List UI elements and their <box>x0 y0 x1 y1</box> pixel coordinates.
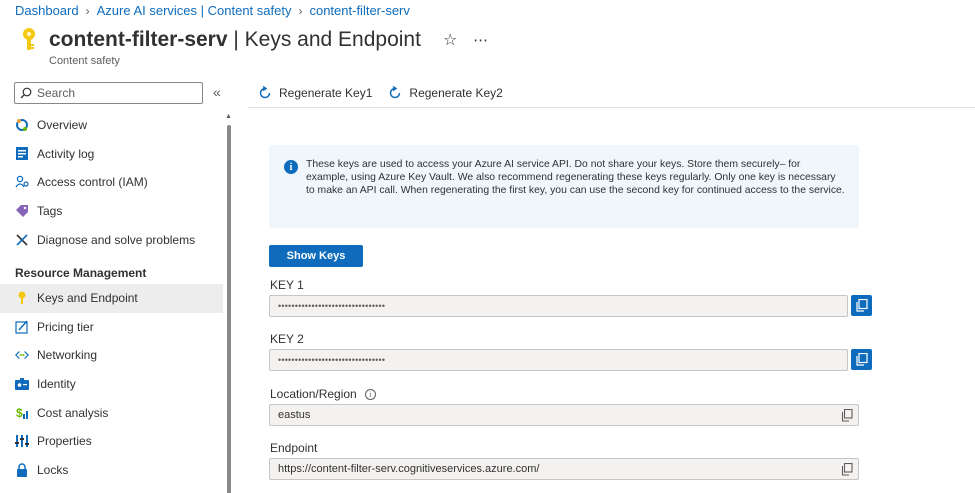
sidebar-item-keys-and-endpoint[interactable]: Keys and Endpoint <box>0 283 223 313</box>
diagnose-icon <box>15 233 29 247</box>
copy-icon <box>856 353 868 366</box>
sidebar-item-label: Locks <box>37 462 69 477</box>
sidebar-item-label: Diagnose and solve problems <box>37 232 196 247</box>
key2-label-text: KEY 2 <box>270 332 304 346</box>
key-icon <box>23 28 35 50</box>
location-value: eastus <box>278 409 311 421</box>
regenerate-key1-button[interactable]: Regenerate Key1 <box>258 83 372 103</box>
sidebar-item-properties[interactable]: Properties <box>0 427 223 456</box>
page-title: content-filter-serv | Keys and Endpoint <box>49 28 421 52</box>
cost-icon: $ <box>15 406 29 420</box>
tag-icon <box>15 204 29 218</box>
sidebar-item-access-control[interactable]: Access control (IAM) <box>0 168 223 197</box>
breadcrumb-content-safety[interactable]: Azure AI services | Content safety <box>97 3 292 18</box>
activity-log-icon <box>15 147 29 161</box>
copy-key1-button[interactable] <box>851 295 872 316</box>
properties-icon <box>15 434 29 448</box>
key2-value: •••••••••••••••••••••••••••••••• <box>278 355 386 365</box>
overview-icon <box>15 118 29 132</box>
star-icon[interactable]: ☆ <box>443 30 457 50</box>
key2-field[interactable]: •••••••••••••••••••••••••••••••• <box>269 349 848 371</box>
sidebar-item-label: Access control (IAM) <box>37 175 148 190</box>
info-icon: i <box>284 160 298 174</box>
search-icon <box>20 87 32 99</box>
key-icon <box>15 291 29 305</box>
chevron-right-icon: › <box>298 3 303 18</box>
sidebar-item-label: Pricing tier <box>37 319 94 334</box>
location-field[interactable]: eastus <box>269 404 859 426</box>
key1-value: •••••••••••••••••••••••••••••••• <box>278 301 386 311</box>
sidebar-item-cost-analysis[interactable]: $ Cost analysis <box>0 398 223 427</box>
key1-label-text: KEY 1 <box>270 278 304 292</box>
regenerate-key2-label: Regenerate Key2 <box>409 86 503 100</box>
sidebar: Overview Activity log Access control (IA… <box>0 111 223 484</box>
command-bar: Regenerate Key1 Regenerate Key2 <box>248 83 975 108</box>
sidebar-item-tags[interactable]: Tags <box>0 197 223 226</box>
key1-field[interactable]: •••••••••••••••••••••••••••••••• <box>269 295 848 317</box>
endpoint-value: https://content-filter-serv.cognitiveser… <box>278 463 540 475</box>
pricing-icon <box>15 320 29 334</box>
copy-key2-button[interactable] <box>851 349 872 370</box>
endpoint-label-text: Endpoint <box>270 441 318 455</box>
copy-icon <box>856 299 868 312</box>
page-header: content-filter-serv | Keys and Endpoint … <box>17 27 489 53</box>
copy-icon[interactable] <box>841 463 853 476</box>
sidebar-item-label: Overview <box>37 118 88 133</box>
search-box[interactable] <box>14 82 203 104</box>
svg-text:$: $ <box>16 406 23 420</box>
copy-icon[interactable] <box>841 409 853 422</box>
key1-label: KEY 1 <box>270 278 304 292</box>
info-icon[interactable]: i <box>364 388 376 400</box>
sidebar-item-overview[interactable]: Overview <box>0 111 223 140</box>
lock-icon <box>15 463 29 477</box>
sidebar-item-label: Networking <box>37 348 98 363</box>
sidebar-item-label: Identity <box>37 377 76 392</box>
breadcrumb: Dashboard › Azure AI services | Content … <box>15 3 410 18</box>
sidebar-scrollbar[interactable]: ▲ <box>225 113 233 493</box>
page-subtitle: Content safety <box>49 55 120 67</box>
page-title-suffix: | Keys and Endpoint <box>227 28 421 51</box>
collapse-sidebar-icon[interactable]: « <box>213 84 221 100</box>
endpoint-label: Endpoint <box>270 441 317 455</box>
sidebar-item-label: Activity log <box>37 146 95 161</box>
chevron-right-icon: › <box>85 3 90 18</box>
search-input[interactable] <box>37 86 197 100</box>
section-resource-management: Resource Management <box>15 265 147 280</box>
more-icon[interactable]: ⋯ <box>473 31 489 49</box>
regenerate-key2-button[interactable]: Regenerate Key2 <box>388 83 503 103</box>
breadcrumb-resource[interactable]: content-filter-serv <box>309 3 409 18</box>
endpoint-field[interactable]: https://content-filter-serv.cognitiveser… <box>269 458 859 480</box>
location-label: Location/Region i <box>270 387 376 401</box>
info-text: These keys are used to access your Azure… <box>306 159 845 196</box>
networking-icon <box>15 348 29 362</box>
scroll-up-icon[interactable]: ▲ <box>225 113 232 120</box>
breadcrumb-dashboard[interactable]: Dashboard <box>15 3 79 18</box>
sidebar-item-activity-log[interactable]: Activity log <box>0 140 223 169</box>
info-banner: i These keys are used to access your Azu… <box>269 145 859 228</box>
sidebar-item-label: Tags <box>37 204 63 219</box>
sidebar-item-diagnose[interactable]: Diagnose and solve problems <box>0 225 223 254</box>
identity-icon <box>15 377 29 391</box>
sidebar-item-label: Properties <box>37 434 92 449</box>
resource-name: content-filter-serv <box>49 28 228 51</box>
sidebar-item-pricing-tier[interactable]: Pricing tier <box>0 313 223 342</box>
sidebar-item-identity[interactable]: Identity <box>0 370 223 399</box>
key2-label: KEY 2 <box>270 332 304 346</box>
location-label-text: Location/Region <box>270 387 357 401</box>
access-control-icon <box>15 175 29 189</box>
refresh-icon <box>390 86 401 99</box>
show-keys-button[interactable]: Show Keys <box>269 245 363 267</box>
sidebar-item-label: Keys and Endpoint <box>37 291 138 306</box>
sidebar-item-networking[interactable]: Networking <box>0 341 223 370</box>
sidebar-item-label: Cost analysis <box>37 405 109 420</box>
regenerate-key1-label: Regenerate Key1 <box>279 86 373 100</box>
scroll-thumb[interactable] <box>227 125 231 493</box>
sidebar-item-locks[interactable]: Locks <box>0 456 223 485</box>
refresh-icon <box>259 86 271 99</box>
